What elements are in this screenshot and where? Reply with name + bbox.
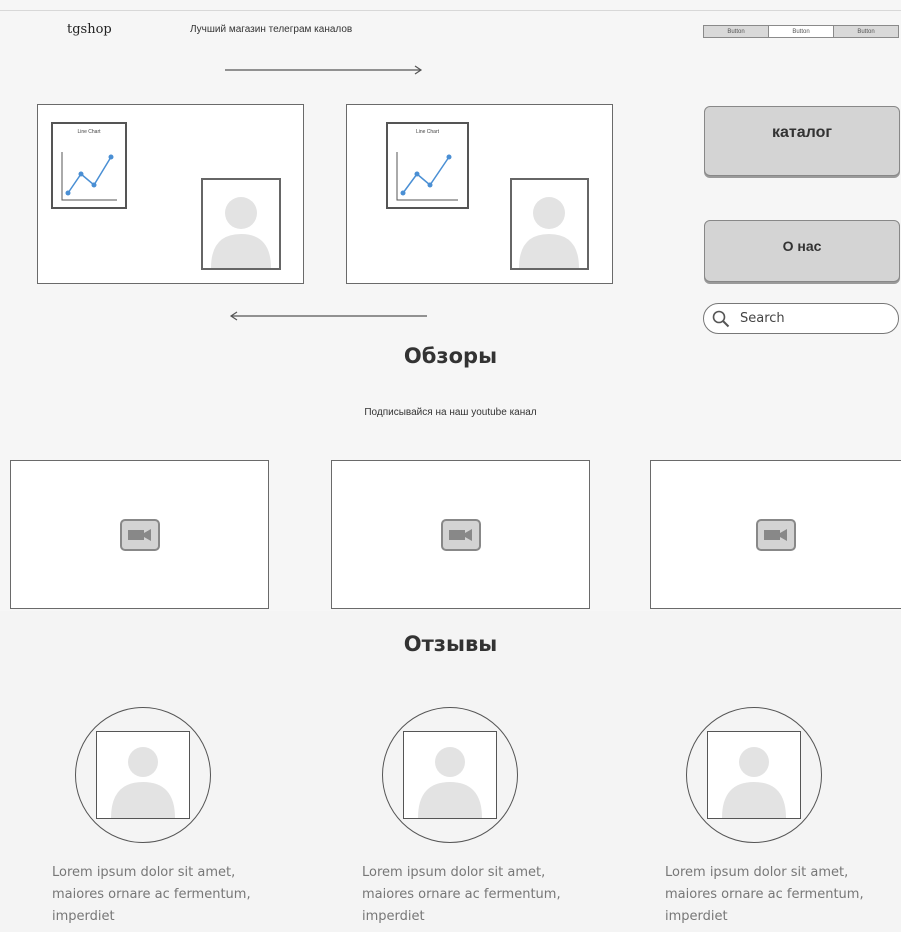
video-card-2[interactable] — [331, 460, 590, 609]
testimonial-text-1: Lorem ipsum dolor sit amet, maiores orna… — [52, 865, 251, 924]
search-icon — [712, 310, 730, 327]
user-placeholder-icon — [403, 731, 497, 819]
catalog-button[interactable]: каталог — [704, 106, 900, 176]
user-placeholder-icon — [96, 731, 190, 819]
video-icon — [756, 518, 796, 551]
search-placeholder: Search — [740, 311, 785, 326]
about-button-label: О нас — [782, 238, 822, 254]
video-card-1[interactable] — [10, 460, 269, 609]
brand-logo[interactable]: tgshop — [67, 22, 112, 37]
arrow-right-icon[interactable] — [225, 64, 425, 76]
testimonial-avatar-2 — [382, 707, 518, 843]
video-icon — [119, 518, 160, 551]
catalog-button-label: каталог — [771, 124, 833, 141]
header-button-2[interactable]: Button — [768, 26, 833, 37]
user-placeholder-icon — [510, 178, 589, 270]
testimonial-avatar-1 — [75, 707, 211, 843]
top-divider — [0, 10, 901, 11]
testimonial-text-2: Lorem ipsum dolor sit amet, maiores orna… — [362, 865, 561, 924]
tagline: Лучший магазин телеграм каналов — [190, 24, 353, 35]
line-chart-icon: Line Chart — [386, 122, 469, 209]
header-button-3[interactable]: Button — [833, 26, 898, 37]
header-button-group: Button Button Button — [703, 25, 899, 38]
carousel-card-1[interactable]: Line Chart — [37, 104, 304, 284]
arrow-left-icon[interactable] — [229, 310, 429, 322]
line-chart-icon: Line Chart — [51, 122, 127, 209]
search-input[interactable]: Search — [703, 303, 899, 334]
user-placeholder-icon — [707, 731, 801, 819]
video-icon — [440, 518, 481, 551]
about-button[interactable]: О нас — [704, 220, 900, 282]
carousel-card-2[interactable]: Line Chart — [346, 104, 613, 284]
reviews-section-subtitle[interactable]: Подписывайся на наш youtube канал — [0, 407, 901, 418]
testimonial-avatar-3 — [686, 707, 822, 843]
reviews-section-title: Обзоры — [403, 344, 498, 368]
testimonial-text-3: Lorem ipsum dolor sit amet, maiores orna… — [665, 865, 864, 924]
page: tgshop Лучший магазин телеграм каналов B… — [0, 0, 901, 932]
video-card-3[interactable] — [650, 460, 901, 609]
header-button-1[interactable]: Button — [704, 26, 768, 37]
testimonials-section-title: Отзывы — [403, 632, 498, 656]
user-placeholder-icon — [201, 178, 281, 270]
